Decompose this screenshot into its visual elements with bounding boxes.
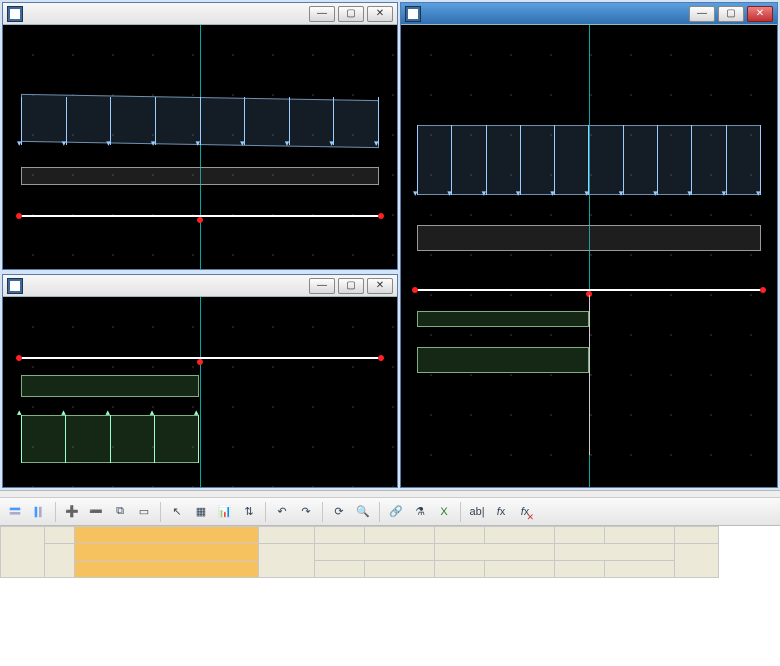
diagram-canvas-lc1[interactable] — [3, 25, 397, 269]
header-combin — [1, 527, 45, 578]
column-letter-row — [1, 527, 719, 544]
support-left — [412, 287, 418, 293]
tool-excel[interactable]: X — [433, 501, 455, 523]
separator — [55, 502, 56, 522]
header-factor-3 — [555, 561, 605, 578]
support-left — [16, 355, 22, 361]
close-button[interactable]: ✕ — [747, 6, 773, 22]
header-factor-1 — [315, 561, 365, 578]
arrows-up — [21, 415, 199, 463]
header-lc3 — [555, 544, 675, 561]
column-marker — [589, 295, 590, 455]
col-I[interactable] — [605, 527, 675, 544]
titlebar-lc1[interactable]: — ▢ ✕ — [3, 3, 397, 25]
center-axis — [200, 25, 201, 269]
tool-sort[interactable]: ⇅ — [238, 501, 260, 523]
diagram-canvas-lc2[interactable] — [3, 297, 397, 487]
support-mid — [197, 359, 203, 365]
col-G[interactable] — [485, 527, 555, 544]
maximize-button[interactable]: ▢ — [718, 6, 744, 22]
tool-table[interactable]: ▦ — [190, 501, 212, 523]
header-loadcombo — [75, 544, 259, 561]
window-lc1[interactable]: — ▢ ✕ — [2, 2, 398, 270]
header-no-1 — [365, 561, 435, 578]
support-left — [16, 213, 22, 219]
load-up-g2 — [417, 347, 589, 373]
tool-chart[interactable]: 📊 — [214, 501, 236, 523]
header-ds — [45, 544, 75, 578]
load-up-g1 — [417, 311, 589, 327]
window-lc2[interactable]: — ▢ ✕ — [2, 274, 398, 488]
diagram-canvas-co2[interactable] — [401, 25, 777, 487]
tool-edit-row[interactable] — [4, 501, 26, 523]
close-button[interactable]: ✕ — [367, 6, 393, 22]
tool-redo[interactable]: ↷ — [295, 501, 317, 523]
header-desc — [75, 561, 259, 578]
tool-copy[interactable]: ⧉ — [109, 501, 131, 523]
titlebar-co2[interactable]: — ▢ ✕ — [401, 3, 777, 25]
maximize-button[interactable]: ▢ — [338, 278, 364, 294]
header-no-2 — [485, 561, 555, 578]
col-J[interactable] — [675, 527, 719, 544]
arrows-blue — [21, 97, 379, 145]
separator — [379, 502, 380, 522]
tool-undo[interactable]: ↶ — [271, 501, 293, 523]
support-mid — [197, 217, 203, 223]
tool-fx-clear[interactable]: fx✕ — [514, 501, 536, 523]
tool-refresh[interactable]: ⟳ — [328, 501, 350, 523]
minimize-button[interactable]: — — [689, 6, 715, 22]
tool-cursor[interactable]: ↖ — [166, 501, 188, 523]
load-up-upper — [21, 375, 199, 397]
tool-comment[interactable]: ab| — [466, 501, 488, 523]
col-B[interactable] — [75, 527, 259, 544]
minimize-button[interactable]: — — [309, 6, 335, 22]
tool-insert-row[interactable]: ➕ — [61, 501, 83, 523]
panel-toolbar[interactable]: ➕ ➖ ⧉ ▭ ↖ ▦ 📊 ⇅ ↶ ↷ ⟳ 🔍 🔗 ⚗ X ab| fx fx✕ — [0, 498, 780, 526]
tool-edit-col[interactable] — [28, 501, 50, 523]
tool-select[interactable]: ▭ — [133, 501, 155, 523]
col-A[interactable] — [45, 527, 75, 544]
center-axis — [200, 297, 201, 487]
col-F[interactable] — [435, 527, 485, 544]
header-lc2 — [435, 544, 555, 561]
header-no-3 — [605, 561, 675, 578]
app-icon — [7, 278, 23, 294]
separator — [460, 502, 461, 522]
header-row-2 — [1, 561, 719, 578]
window-co2[interactable]: — ▢ ✕ — [400, 2, 778, 488]
col-C[interactable] — [259, 527, 315, 544]
panel-title — [0, 491, 780, 498]
header-tosolve — [259, 544, 315, 578]
app-icon — [405, 6, 421, 22]
header-facto — [675, 544, 719, 578]
load-gray — [417, 225, 761, 251]
load-gray — [21, 167, 379, 185]
grid-scroll[interactable] — [0, 526, 780, 666]
app-icon — [7, 6, 23, 22]
separator — [160, 502, 161, 522]
separator — [265, 502, 266, 522]
tool-find[interactable]: 🔍 — [352, 501, 374, 523]
tool-link[interactable]: 🔗 — [385, 501, 407, 523]
support-right — [378, 355, 384, 361]
col-D[interactable] — [315, 527, 365, 544]
header-factor-2 — [435, 561, 485, 578]
col-E[interactable] — [365, 527, 435, 544]
close-button[interactable]: ✕ — [367, 278, 393, 294]
load-combinations-table[interactable] — [0, 526, 719, 578]
support-right — [760, 287, 766, 293]
minimize-button[interactable]: — — [309, 278, 335, 294]
col-H[interactable] — [555, 527, 605, 544]
arrows-blue — [417, 125, 761, 195]
tool-fx[interactable]: fx — [490, 501, 512, 523]
header-row-1 — [1, 544, 719, 561]
titlebar-lc2[interactable]: — ▢ ✕ — [3, 275, 397, 297]
tool-filter[interactable]: ⚗ — [409, 501, 431, 523]
separator — [322, 502, 323, 522]
tool-delete-row[interactable]: ➖ — [85, 501, 107, 523]
maximize-button[interactable]: ▢ — [338, 6, 364, 22]
load-combinations-panel[interactable]: ➕ ➖ ⧉ ▭ ↖ ▦ 📊 ⇅ ↶ ↷ ⟳ 🔍 🔗 ⚗ X ab| fx fx✕ — [0, 490, 780, 666]
header-lc1 — [315, 544, 435, 561]
support-right — [378, 213, 384, 219]
